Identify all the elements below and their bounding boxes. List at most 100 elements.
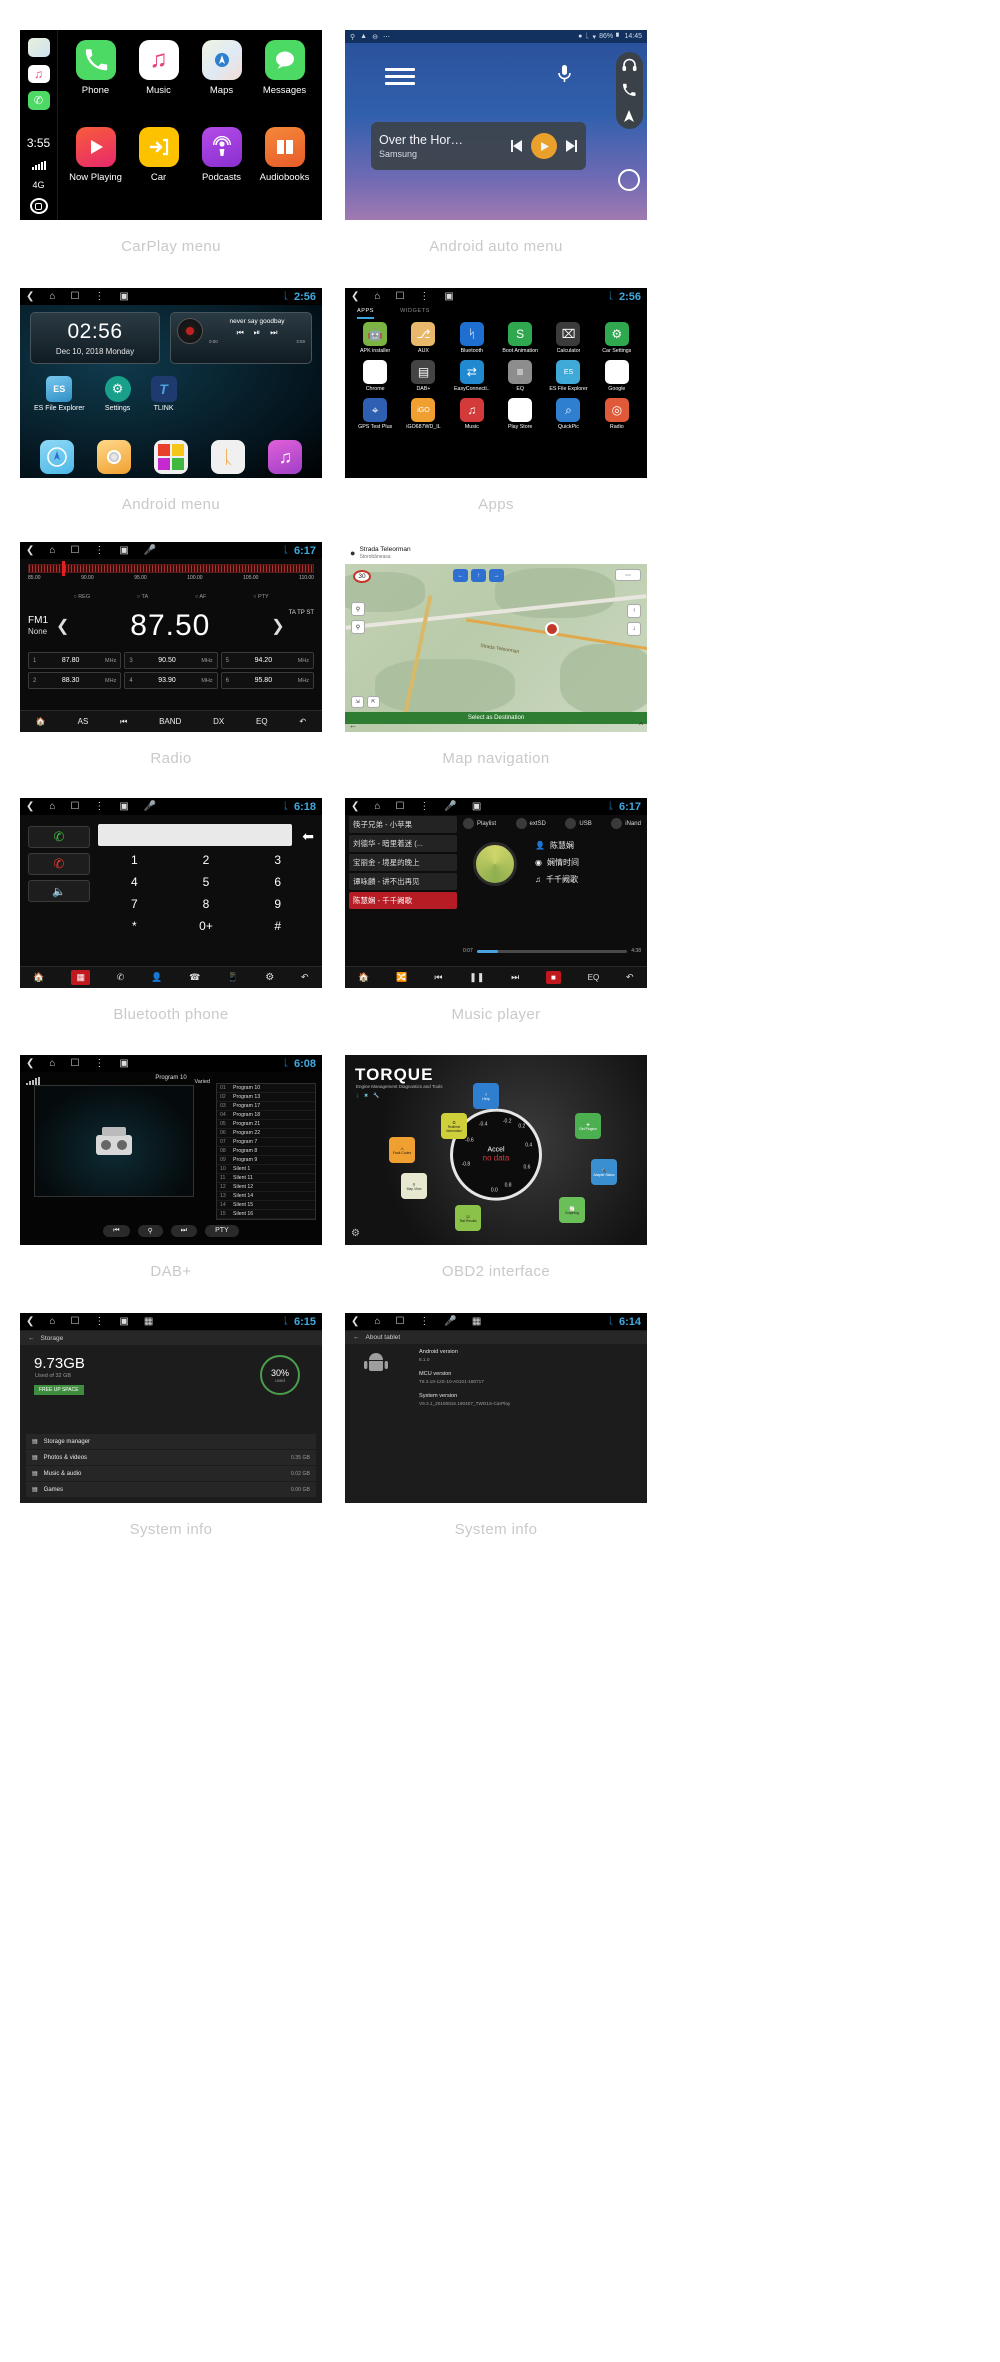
apps-icon[interactable]: ▣ xyxy=(119,801,128,812)
recents-icon[interactable]: ☐ xyxy=(70,1316,79,1327)
backspace-icon[interactable]: ⬅ xyxy=(302,828,314,845)
home-icon[interactable]: 🏠 xyxy=(36,717,46,726)
graph-icon[interactable]: 📈 Graphing xyxy=(559,1197,585,1223)
frequency-scale[interactable]: 85.00 90.00 95.00 100.00 105.00 110.00 xyxy=(28,561,314,590)
storage-row[interactable]: ▤ Music & audio 0.02 GB xyxy=(26,1466,316,1481)
apps-icon[interactable]: ▣ xyxy=(472,801,481,812)
media-card[interactable]: Over the Hor… Samsung xyxy=(371,122,586,170)
preset-button[interactable]: 2 88.30 MHz xyxy=(28,672,122,689)
navigation-icon[interactable] xyxy=(39,440,74,474)
app-tile[interactable]: ⚙ Car Settings xyxy=(593,322,641,354)
radio-icon[interactable] xyxy=(96,440,131,474)
pan-down-icon[interactable]: ↓ xyxy=(627,622,641,636)
back-icon[interactable]: ❮ xyxy=(351,1316,359,1327)
shortcut-es-file-explorer[interactable]: ES ES File Explorer xyxy=(34,376,85,412)
tab-widgets[interactable]: WIDGETS xyxy=(400,308,430,319)
dial-key[interactable]: # xyxy=(243,916,312,935)
about-item[interactable]: System version V9.3.1_20180816.190407_TWD… xyxy=(419,1393,633,1406)
back-arrow-icon[interactable]: ↶ xyxy=(626,972,634,983)
source-tab[interactable]: Playlist xyxy=(463,818,496,829)
zoom-out-icon[interactable]: ⚲ xyxy=(351,620,365,634)
station-row[interactable]: 12 Silent 12 xyxy=(217,1183,315,1192)
app-tile[interactable]: S Boot Animation xyxy=(496,322,544,354)
app-tile[interactable]: ⌕ QuickPic xyxy=(544,398,592,430)
playlist-item[interactable]: 刘德华 - 暗里着迷 (... xyxy=(349,835,457,852)
dial-key[interactable]: 2 xyxy=(172,850,241,869)
home-icon[interactable]: ⌂ xyxy=(374,801,380,812)
shuffle-icon[interactable]: 🔀 xyxy=(396,972,407,983)
back-icon[interactable]: ← xyxy=(28,1335,35,1342)
app-tile[interactable]: G Google xyxy=(593,360,641,392)
app-music[interactable]: ♫ Music xyxy=(127,40,190,127)
back-icon[interactable]: ❮ xyxy=(26,545,34,556)
contacts-icon[interactable]: 👤 xyxy=(151,972,162,983)
playlist-item[interactable]: 筷子兄弟 - 小苹果 xyxy=(349,816,457,833)
app-maps[interactable]: Maps xyxy=(190,40,253,127)
app-tile[interactable]: ⌖ GPS Test Plus xyxy=(351,398,399,430)
eq-button[interactable]: EQ xyxy=(256,717,268,726)
seek-bar[interactable] xyxy=(476,949,628,953)
target-icon[interactable] xyxy=(545,622,559,636)
overflow-icon[interactable]: ⋮ xyxy=(94,545,104,556)
back-icon[interactable]: ❮ xyxy=(26,801,34,812)
app-tile[interactable]: ♫ Music xyxy=(448,398,496,430)
shortcut-tlink[interactable]: T TLINK xyxy=(150,376,177,412)
right-arrow-icon[interactable]: → xyxy=(489,569,504,582)
gear-icon[interactable]: ⚙ xyxy=(351,1228,360,1239)
home-icon[interactable]: ⌂ xyxy=(49,1316,55,1327)
home-circle-icon[interactable] xyxy=(618,169,640,191)
next-icon[interactable] xyxy=(564,139,578,153)
home-icon[interactable]: ⌂ xyxy=(49,1058,55,1069)
dx-button[interactable]: DX xyxy=(213,717,224,726)
tab-apps[interactable]: APPS xyxy=(357,308,375,319)
back-icon[interactable]: ❮ xyxy=(26,1316,34,1327)
about-item[interactable]: MCU version T8.3.19-12S-10-A0101-180717 xyxy=(419,1371,633,1384)
grid-icon[interactable]: ▦ xyxy=(144,1316,153,1327)
home-icon[interactable]: ⌂ xyxy=(49,291,55,302)
back-arrow-icon[interactable]: ↶ xyxy=(299,717,306,726)
call-button[interactable]: ✆ xyxy=(28,826,90,848)
apps-grid-icon[interactable] xyxy=(153,440,188,474)
playlist-item[interactable]: 宝丽金 - 境星的晚上 xyxy=(349,854,457,871)
overflow-icon[interactable]: ⋮ xyxy=(419,801,429,812)
recents-icon[interactable]: ☐ xyxy=(395,801,404,812)
overflow-icon[interactable]: ⋮ xyxy=(94,1316,104,1327)
apps-icon[interactable]: ▣ xyxy=(119,545,128,556)
menu-icon[interactable]: ⋯ xyxy=(615,569,641,581)
screenshot-icon[interactable]: ▣ xyxy=(444,291,453,302)
dial-key[interactable]: 0+ xyxy=(172,916,241,935)
hamburger-icon[interactable] xyxy=(385,68,415,89)
gear-icon[interactable]: ⚙ xyxy=(265,972,274,983)
app-tile[interactable]: ◎ Radio xyxy=(593,398,641,430)
back-icon[interactable]: ← xyxy=(349,721,357,730)
storage-row[interactable]: ▤ Photos & videos 0.35 GB xyxy=(26,1450,316,1465)
mic-icon[interactable]: 🎤 xyxy=(444,801,456,812)
overflow-icon[interactable]: ⋮ xyxy=(94,801,104,812)
expand-icon[interactable]: ⇲ xyxy=(351,696,364,708)
station-row[interactable]: 13 Silent 14 xyxy=(217,1192,315,1201)
headphones-icon[interactable] xyxy=(622,58,637,71)
player-widget[interactable]: never say goodbay ⏮ ⏯ ⏭ 0:00 3:59 xyxy=(170,312,312,364)
results-icon[interactable]: ☑ Test Results xyxy=(455,1205,481,1231)
dial-key[interactable]: 1 xyxy=(100,850,169,869)
apps-icon[interactable]: ▣ xyxy=(119,1058,128,1069)
next-icon[interactable]: ⏭ xyxy=(170,1225,198,1237)
app-tile[interactable]: iGO iGO687WD_IL xyxy=(399,398,447,430)
mic-icon[interactable]: 🎤 xyxy=(144,545,156,556)
music-icon[interactable]: ♫ xyxy=(268,440,303,474)
prev-icon[interactable]: ⏮ xyxy=(103,1225,130,1237)
hangup-button[interactable]: ✆ xyxy=(28,853,90,875)
mute-button[interactable]: 🔈 xyxy=(28,880,90,902)
tune-down-icon[interactable]: ❮ xyxy=(56,616,69,636)
dial-key[interactable]: 5 xyxy=(172,872,241,891)
station-row[interactable]: 02 Program 13 xyxy=(217,1093,315,1102)
storage-row[interactable]: ▤ Games 0.00 GB xyxy=(26,1482,316,1497)
overflow-icon[interactable]: ⋯ xyxy=(383,33,390,41)
navigation-icon[interactable] xyxy=(622,109,636,123)
dial-key[interactable]: 3 xyxy=(243,850,312,869)
prev-icon[interactable]: ⏮ xyxy=(434,972,442,983)
map-canvas[interactable]: 30 ← ↑ → ⋯ ⚲ ⚲ ↑ ↓ Strada Teleorman ⇲ ⇱ … xyxy=(345,564,647,732)
maps-icon[interactable] xyxy=(27,38,50,57)
back-icon[interactable]: ❮ xyxy=(26,1058,34,1069)
home-icon[interactable]: 🏠 xyxy=(33,972,44,983)
